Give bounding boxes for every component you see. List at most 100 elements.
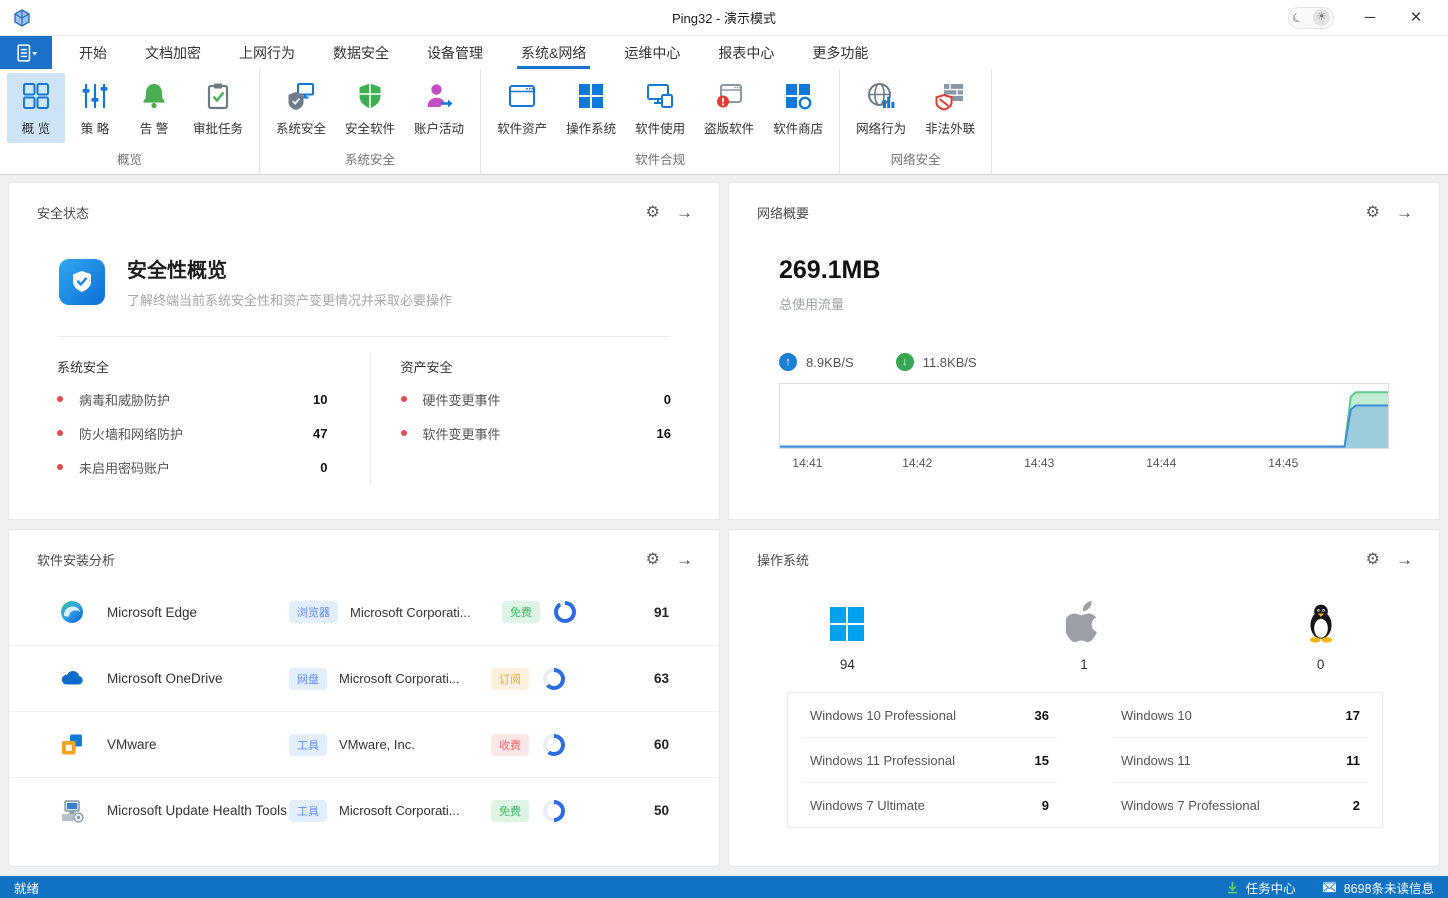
panel-title: 网络概要 [757, 203, 809, 222]
software-name: Microsoft Edge [107, 605, 289, 620]
arrow-right-icon[interactable]: → [676, 204, 693, 221]
tab-web-behavior[interactable]: 上网行为 [220, 36, 314, 69]
table-row[interactable]: Windows 11 Professional 15 [802, 738, 1057, 783]
os-windows-icon [576, 81, 606, 111]
alert-dot-icon [57, 464, 63, 470]
tab-doc-encryption[interactable]: 文档加密 [126, 36, 220, 69]
ribbon-button-overview[interactable]: 概 览 [7, 73, 65, 143]
asset-security-section: 资产安全 硬件变更事件 0 软件变更事件 16 [370, 353, 672, 484]
unread-messages-button[interactable]: 8698条未读信息 [1322, 878, 1434, 897]
chart-x-axis: 14:41 14:42 14:43 14:44 14:45 [779, 456, 1389, 472]
alert-dot-icon [57, 396, 63, 402]
ribbon-button-account-activity[interactable]: 账户活动 [405, 73, 473, 143]
ribbon-button-network-behavior[interactable]: 网络行为 [847, 73, 915, 143]
install-count: 63 [654, 671, 669, 686]
table-row[interactable]: Windows 10 Professional 36 [802, 693, 1057, 738]
list-item[interactable]: 病毒和威胁防护 10 [57, 382, 328, 416]
ribbon-button-software-store[interactable]: 软件商店 [764, 73, 832, 143]
install-count: 50 [654, 803, 669, 818]
dashboard: 安全状态 ⚙ → 安全性概览 了解终端当前系统安全性和资产变更情况并采取必要操作 [0, 175, 1448, 876]
arrow-right-icon[interactable]: → [676, 551, 693, 568]
gear-icon[interactable]: ⚙ [1366, 552, 1380, 568]
network-traffic-chart [779, 383, 1389, 449]
table-row[interactable]: Windows 10 17 [1113, 693, 1368, 738]
download-arrow-icon: ↓ [896, 353, 914, 371]
ribbon-button-approval-tasks[interactable]: 审批任务 [184, 73, 252, 143]
list-item[interactable]: 防火墙和网络防护 47 [57, 416, 328, 450]
table-row[interactable]: Microsoft OneDrive 网盘 Microsoft Corporat… [9, 645, 719, 711]
ribbon-button-alerts[interactable]: 告 警 [125, 73, 183, 143]
platform-count: 94 [840, 657, 855, 672]
install-ratio-ring [543, 734, 565, 756]
tab-device-mgmt[interactable]: 设备管理 [408, 36, 502, 69]
table-row[interactable]: Windows 7 Professional 2 [1113, 783, 1368, 827]
ribbon-button-operating-system[interactable]: 操作系统 [557, 73, 625, 143]
theme-toggle[interactable]: ☾ ☀ [1288, 7, 1334, 29]
arrow-right-icon[interactable]: → [1396, 204, 1413, 221]
sun-icon[interactable]: ☀ [1313, 9, 1330, 26]
network-behavior-icon [866, 81, 896, 111]
gear-icon[interactable]: ⚙ [646, 552, 660, 568]
ribbon-tab-row: 开始 文档加密 上网行为 数据安全 设备管理 系统&网络 运维中心 报表中心 更… [0, 36, 1448, 69]
install-ratio-ring [543, 800, 565, 822]
gear-icon[interactable]: ⚙ [646, 205, 660, 221]
ribbon-button-security-software[interactable]: 安全软件 [336, 73, 404, 143]
moon-icon[interactable]: ☾ [1290, 10, 1305, 25]
category-badge: 工具 [289, 734, 327, 756]
category-badge: 网盘 [289, 668, 327, 690]
category-badge: 工具 [289, 800, 327, 822]
close-button[interactable]: × [1406, 8, 1426, 27]
table-row[interactable]: Windows 11 11 [1113, 738, 1368, 783]
table-row[interactable]: Windows 7 Ultimate 9 [802, 783, 1057, 827]
ribbon-button-pirated-software[interactable]: 盗版软件 [695, 73, 763, 143]
list-item[interactable]: 软件变更事件 16 [401, 416, 672, 450]
table-row[interactable]: Microsoft Update Health Tools 工具 Microso… [9, 777, 719, 843]
ribbon-group-label: 系统安全 [261, 145, 479, 174]
ribbon-group-software-compliance: 软件资产 操作系统 软件使用 盗版软件 软件商店 [481, 69, 840, 174]
x-tick: 14:42 [902, 456, 932, 470]
ribbon-group-label: 软件合规 [482, 145, 838, 174]
total-traffic-value: 269.1MB [779, 256, 1439, 285]
price-badge: 收费 [491, 734, 529, 756]
ribbon-group-label: 网络安全 [841, 145, 990, 174]
platform-windows: 94 [729, 601, 966, 672]
illegal-connection-icon [935, 81, 965, 111]
ribbon-button-policy[interactable]: 策 略 [66, 73, 124, 143]
file-menu-button[interactable] [0, 36, 52, 69]
tab-ops-center[interactable]: 运维中心 [605, 36, 699, 69]
ribbon-button-software-assets[interactable]: 软件资产 [488, 73, 556, 143]
ribbon-group-label: 概览 [1, 145, 258, 174]
tab-report-center[interactable]: 报表中心 [699, 36, 793, 69]
minimize-button[interactable]: ─ [1360, 10, 1380, 25]
vmware-icon [59, 732, 85, 758]
software-name: Microsoft Update Health Tools [107, 803, 289, 818]
table-row[interactable]: Microsoft Edge 浏览器 Microsoft Corporati..… [9, 579, 719, 645]
window-title: Ping32 - 演示模式 [0, 8, 1448, 27]
panel-title: 软件安装分析 [37, 550, 115, 569]
network-chart [780, 384, 1388, 448]
gear-icon[interactable]: ⚙ [1366, 205, 1380, 221]
total-traffic-label: 总使用流量 [779, 294, 1439, 313]
tab-more-features[interactable]: 更多功能 [793, 36, 887, 69]
list-item[interactable]: 硬件变更事件 0 [401, 382, 672, 416]
download-tray-icon [1226, 881, 1239, 894]
task-center-button[interactable]: 任务中心 [1226, 878, 1296, 897]
platform-linux: 0 [1202, 601, 1439, 672]
ribbon-button-illegal-connection[interactable]: 非法外联 [916, 73, 984, 143]
x-tick: 14:44 [1146, 456, 1176, 470]
install-ratio-ring [554, 601, 576, 623]
ribbon-button-system-security[interactable]: 系统安全 [267, 73, 335, 143]
file-menu-icon [13, 42, 39, 64]
panel-security-status: 安全状态 ⚙ → 安全性概览 了解终端当前系统安全性和资产变更情况并采取必要操作 [8, 182, 720, 520]
ribbon-button-software-usage[interactable]: 软件使用 [626, 73, 694, 143]
tab-data-security[interactable]: 数据安全 [314, 36, 408, 69]
tab-system-network[interactable]: 系统&网络 [502, 36, 605, 69]
table-row[interactable]: VMware 工具 VMware, Inc. 收费 60 [9, 711, 719, 777]
approval-clipboard-icon [203, 81, 233, 111]
x-tick: 14:41 [792, 456, 822, 470]
list-item[interactable]: 未启用密码账户 0 [57, 450, 328, 484]
tab-start[interactable]: 开始 [60, 36, 126, 69]
arrow-right-icon[interactable]: → [1396, 551, 1413, 568]
system-security-icon [286, 81, 316, 111]
software-name: VMware [107, 737, 289, 752]
